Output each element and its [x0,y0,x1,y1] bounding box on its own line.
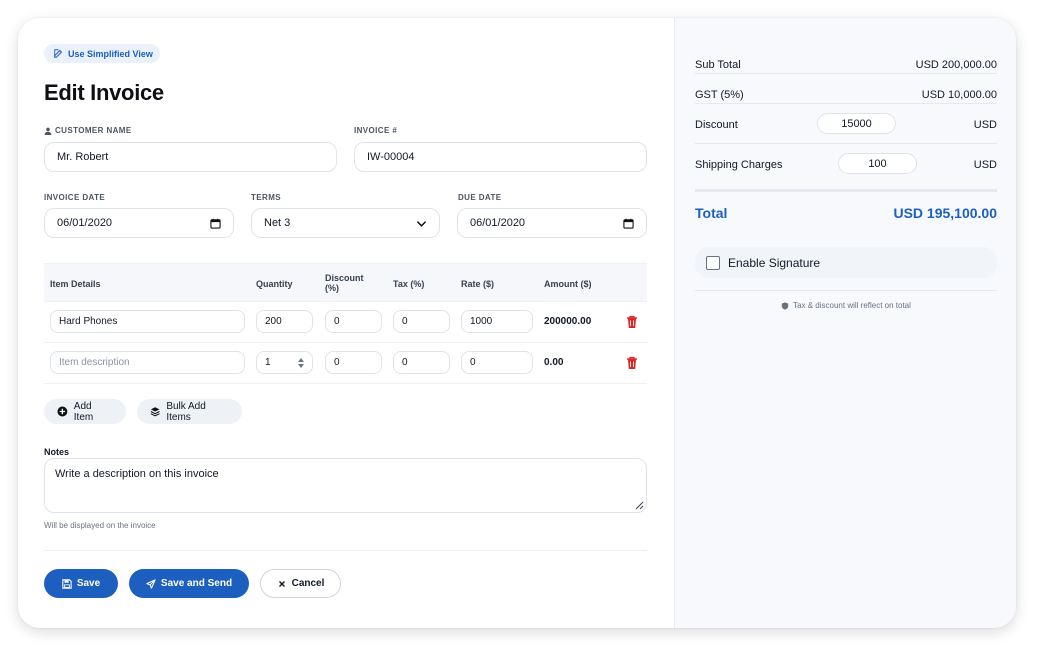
discount-input[interactable]: 0 [325,351,382,374]
item-description-input[interactable]: Item description [50,351,245,374]
invoice-summary: Sub Total USD 200,000.00 GST (5%) USD 10… [695,44,997,320]
shipping-row: Shipping Charges 100 USD [695,144,997,190]
use-simplified-view-button[interactable]: Use Simplified View [44,44,160,63]
discount-label: Discount [695,119,738,131]
header-rate: Rate ($) [461,279,495,289]
paper-plane-icon [146,578,156,589]
simplified-view-label: Use Simplified View [68,48,153,59]
subtotal-value: USD 200,000.00 [915,59,997,71]
notes-label: Notes [44,447,70,457]
gst-label: GST (5%) [695,89,744,101]
add-item-button[interactable]: Add Item [44,399,126,424]
gst-row: GST (5%) USD 10,000.00 [695,74,997,104]
layers-icon [150,407,160,417]
shipping-currency: USD [973,159,997,171]
bulk-add-items-button[interactable]: Bulk Add Items [137,399,242,424]
edit-icon [54,49,63,58]
rate-input[interactable]: 0 [461,351,533,374]
save-icon [62,578,72,589]
notes-hint: Will be displayed on the invoice [44,521,156,530]
invoice-number-label: INVOICE # [354,126,398,135]
table-row: Hard Phones 200 0 0 1000 200000.00 [44,302,647,343]
header-tax: Tax (%) [393,279,425,289]
divider [44,550,647,551]
invoice-date-input[interactable]: 06/01/2020 [44,208,234,238]
table-row: Item description 1 0 0 0 0.00 [44,343,647,384]
terms-select[interactable]: Net 3 [251,208,440,238]
customer-name-input[interactable]: Mr. Robert [44,142,337,172]
signature-checkbox[interactable] [706,255,720,270]
trash-icon[interactable] [626,356,638,370]
header-item-details: Item Details [50,279,101,289]
discount-input[interactable]: 0 [325,310,382,333]
summary-panel: Sub Total USD 200,000.00 GST (5%) USD 10… [674,18,1016,628]
discount-amount-input[interactable]: 15000 [817,113,896,134]
invoice-date-label: INVOICE DATE [44,193,106,202]
discount-row: Discount 15000 USD [695,104,997,144]
total-label: Total [695,205,728,221]
subtotal-label: Sub Total [695,59,741,71]
due-date-input[interactable]: 06/01/2020 [457,208,647,238]
rate-input[interactable]: 1000 [461,310,533,333]
amount-value: 200000.00 [544,316,592,327]
invoice-number-input[interactable]: IW-00004 [354,142,647,172]
close-icon [278,580,285,587]
chevron-down-icon [416,220,427,227]
save-and-send-button[interactable]: Save and Send [129,569,249,598]
save-button[interactable]: Save [44,569,118,598]
shield-icon [781,301,789,310]
invoice-card: Use Simplified View Edit Invoice CUSTOME… [18,18,1016,628]
subtotal-row: Sub Total USD 200,000.00 [695,44,997,74]
terms-label: TERMS [251,193,281,202]
signature-label: Enable Signature [728,255,821,270]
customer-name-label: CUSTOMER NAME [44,126,132,135]
shipping-label: Shipping Charges [695,159,783,171]
header-amount: Amount ($) [544,279,592,289]
quantity-stepper[interactable]: 1 [256,351,313,374]
tax-input[interactable]: 0 [393,351,450,374]
total-row: Total USD 195,100.00 [695,190,997,235]
trash-icon[interactable] [626,315,638,329]
notes-textarea[interactable]: Write a description on this invoice [44,458,647,513]
quantity-input[interactable]: 200 [256,310,313,333]
header-discount: Discount (%) [325,273,364,293]
plus-circle-icon [57,406,68,417]
amount-value: 0.00 [544,357,564,368]
cancel-button[interactable]: Cancel [260,569,341,598]
user-icon [44,127,52,135]
stepper-arrows-icon[interactable] [297,357,305,369]
calendar-icon[interactable] [210,218,221,229]
header-quantity: Quantity [256,279,293,289]
resize-handle-icon[interactable] [634,500,644,510]
calendar-icon[interactable] [623,218,634,229]
enable-signature-option[interactable]: Enable Signature [695,247,997,278]
due-date-label: DUE DATE [458,193,502,202]
tax-input[interactable]: 0 [393,310,450,333]
shipping-charges-input[interactable]: 100 [838,153,917,174]
invoice-form-panel: Use Simplified View Edit Invoice CUSTOME… [18,18,674,628]
discount-currency: USD [973,119,997,131]
tax-discount-note: Tax & discount will reflect on total [695,290,997,320]
items-table-header: Item Details Quantity Discount (%) Tax (… [44,263,647,302]
item-details-input[interactable]: Hard Phones [50,310,245,333]
gst-value: USD 10,000.00 [921,89,997,101]
page-title: Edit Invoice [44,80,164,105]
total-value: USD 195,100.00 [893,205,997,221]
